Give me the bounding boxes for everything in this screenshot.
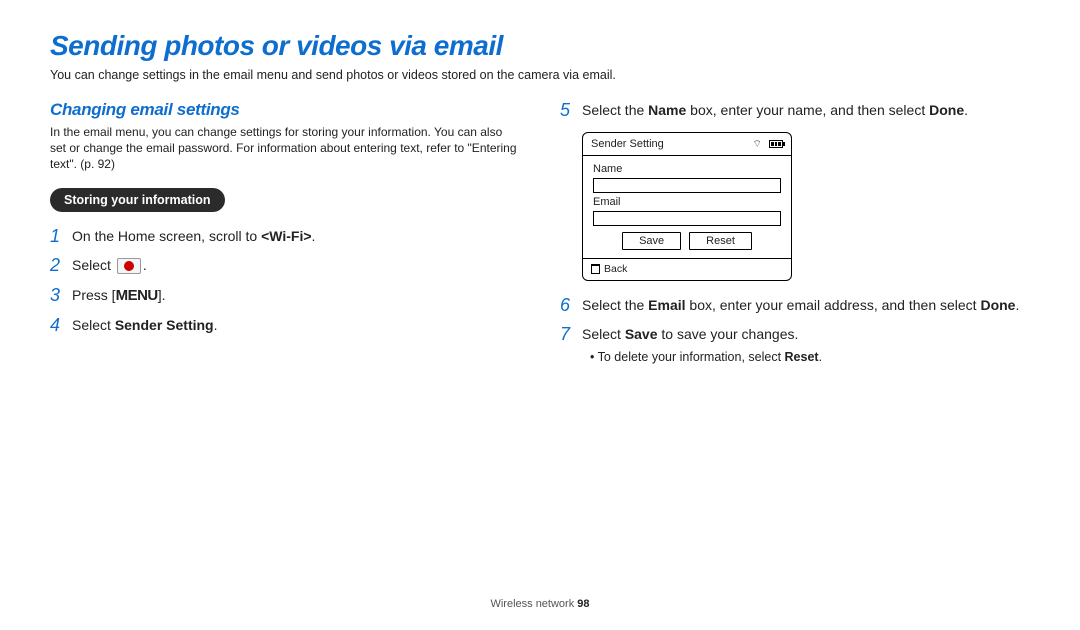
step-3: 3 Press [MENU]. [50,285,520,307]
step-5: 5 Select the Name box, enter your name, … [560,100,1030,122]
menu-label: MENU [116,287,158,304]
email-label: Email [593,196,781,208]
screen-title: Sender Setting [591,138,664,150]
bullet-note: • To delete your information, select Res… [582,348,822,366]
step-num: 1 [50,226,72,248]
back-button[interactable]: Back [583,258,791,280]
email-app-icon [117,258,141,274]
section-title: Changing email settings [50,100,520,120]
step-1: 1 On the Home screen, scroll to <Wi-Fi>. [50,226,520,248]
step-7: 7 Select Save to save your changes. • To… [560,324,1030,366]
save-button[interactable]: Save [622,232,681,250]
step-num: 7 [560,324,582,346]
wifi-icon: ⌔ [753,139,762,150]
step-4: 4 Select Sender Setting. [50,315,520,337]
step-2: 2 Select . [50,255,520,277]
step-num: 5 [560,100,582,122]
page-footer: Wireless network 98 [0,598,1080,610]
email-field[interactable] [593,211,781,226]
section-desc: In the email menu, you can change settin… [50,124,520,173]
sender-setting-screen: Sender Setting ⌔ Name Email Save Reset B… [582,132,792,281]
name-field[interactable] [593,178,781,193]
step-6: 6 Select the Email box, enter your email… [560,295,1030,317]
step-num: 4 [50,315,72,337]
name-label: Name [593,163,781,175]
step-num: 3 [50,285,72,307]
battery-icon [769,140,783,148]
storing-info-pill: Storing your information [50,188,225,212]
page-title: Sending photos or videos via email [50,30,1030,62]
step-num: 6 [560,295,582,317]
trash-icon [591,264,600,274]
step-num: 2 [50,255,72,277]
reset-button[interactable]: Reset [689,232,752,250]
intro-text: You can change settings in the email men… [50,68,1030,82]
